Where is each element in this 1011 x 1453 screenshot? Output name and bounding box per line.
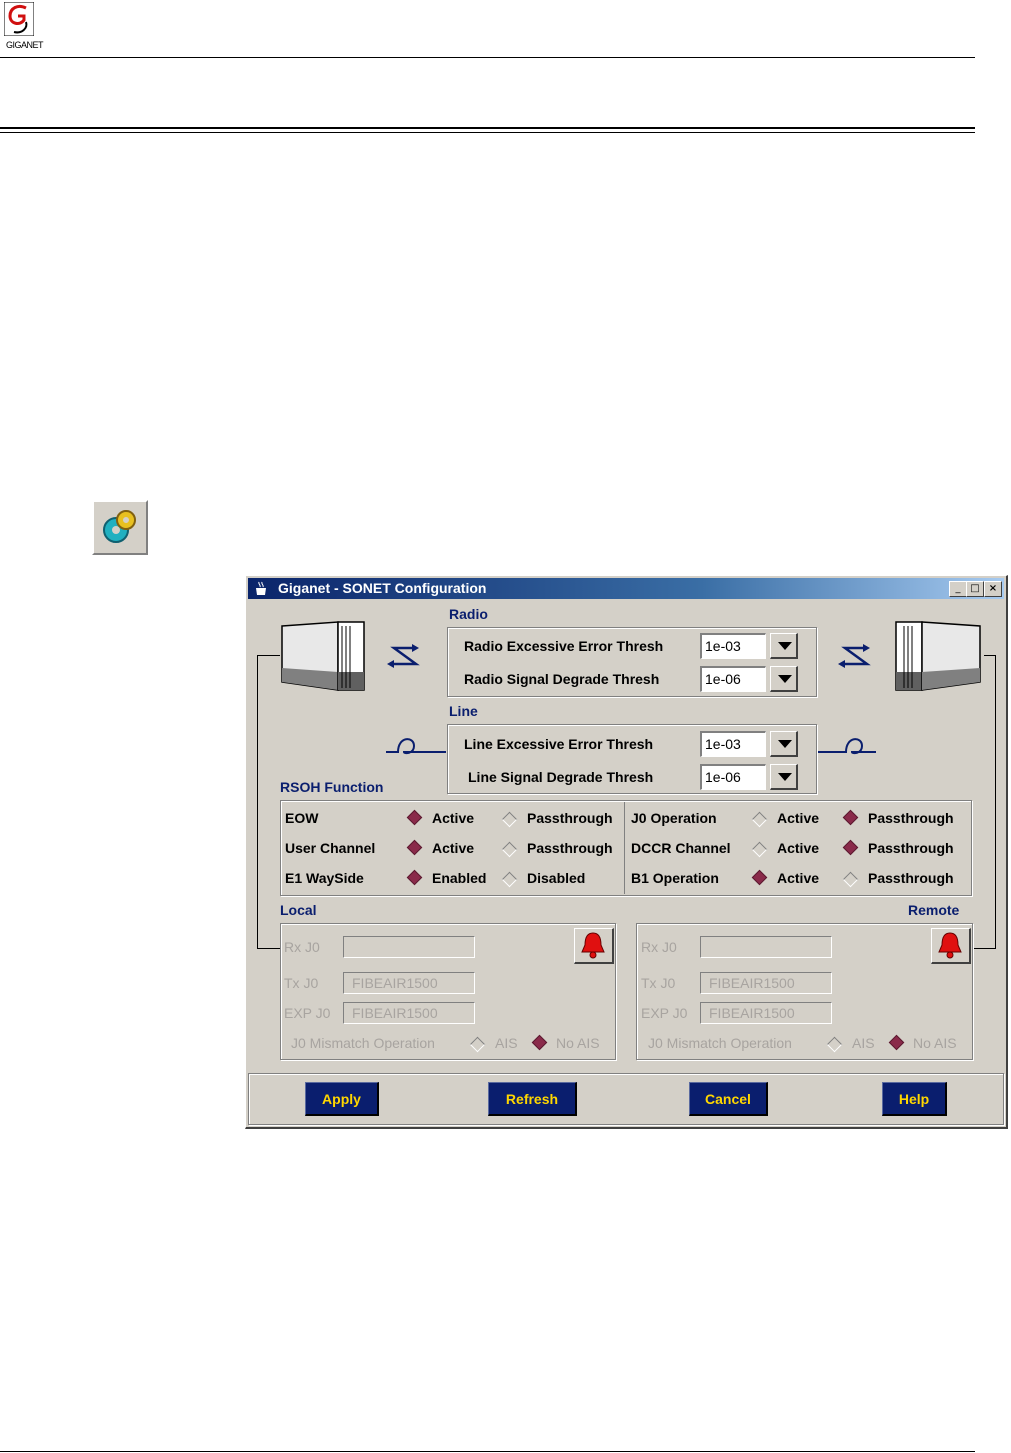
giganet-logo-icon — [4, 2, 34, 36]
right-connector-bottom — [973, 948, 996, 949]
maximize-button[interactable]: □ — [966, 581, 984, 597]
b1-operation-passthrough-label: Passthrough — [868, 870, 954, 886]
radio-link-right-icon — [838, 644, 871, 668]
radio-degrade-select[interactable]: 1e-06 — [700, 666, 766, 692]
remote-ais-label: AIS — [852, 1035, 875, 1051]
right-connector-vertical — [995, 655, 996, 948]
e1-wayside-disabled-label: Disabled — [527, 870, 586, 886]
local-rx-field[interactable] — [343, 936, 475, 958]
remote-exp-label: EXP J0 — [641, 1005, 688, 1021]
refresh-button[interactable]: Refresh — [488, 1082, 577, 1116]
e1-wayside-enabled-label: Enabled — [432, 870, 487, 886]
cancel-button[interactable]: Cancel — [689, 1082, 768, 1116]
j0-operation-active-label: Active — [777, 810, 820, 826]
footer-divider — [0, 1451, 975, 1452]
line-section-title: Line — [449, 703, 478, 719]
rsoh-left-row-1-label: User Channel — [285, 840, 376, 856]
rsoh-right-row-2-label: B1 Operation — [631, 870, 719, 886]
remote-exp-field[interactable]: FIBEAIR1500 — [700, 1002, 832, 1024]
b1-operation-active-label: Active — [777, 870, 820, 886]
dccr-channel-passthrough-label: Passthrough — [868, 840, 954, 856]
left-connector-bottom — [257, 948, 280, 949]
header-divider — [0, 57, 975, 58]
local-tx-label: Tx J0 — [284, 975, 319, 991]
help-button[interactable]: Help — [882, 1082, 947, 1116]
local-mismatch-label: J0 Mismatch Operation — [291, 1035, 435, 1051]
radio-excessive-dropdown-button[interactable] — [770, 633, 798, 659]
sonet-configuration-window: Giganet - SONET Configuration _ □ × Radi… — [245, 575, 1008, 1129]
left-connector-top — [257, 655, 280, 656]
line-excessive-label: Line Excessive Error Thresh — [464, 736, 654, 752]
rsoh-section-title: RSOH Function — [280, 779, 384, 795]
section-divider-bottom — [0, 132, 975, 133]
rsoh-right-row-1-label: DCCR Channel — [631, 840, 731, 856]
radio-excessive-label: Radio Excessive Error Thresh — [464, 638, 664, 654]
line-degrade-select[interactable]: 1e-06 — [700, 764, 766, 790]
apply-button[interactable]: Apply — [305, 1082, 379, 1116]
title-bar[interactable]: Giganet - SONET Configuration _ □ × — [248, 578, 1004, 599]
section-divider-top — [0, 127, 975, 129]
radio-excessive-select[interactable]: 1e-03 — [700, 633, 766, 659]
line-degrade-dropdown-button[interactable] — [770, 764, 798, 790]
java-cup-icon — [256, 581, 266, 595]
line-excessive-select[interactable]: 1e-03 — [700, 731, 766, 757]
local-ais-label: AIS — [495, 1035, 518, 1051]
local-section-title: Local — [280, 902, 317, 918]
logo-text: GIGANET — [6, 40, 44, 50]
remote-antenna-icon — [895, 621, 981, 691]
radio-link-left-icon — [387, 644, 420, 668]
line-excessive-dropdown-button[interactable] — [770, 731, 798, 757]
alarm-bell-icon — [938, 932, 962, 959]
remote-mismatch-label: J0 Mismatch Operation — [648, 1035, 792, 1051]
remote-alarm-button[interactable] — [931, 928, 971, 964]
remote-rx-field[interactable] — [700, 936, 832, 958]
eow-passthrough-label: Passthrough — [527, 810, 613, 826]
j0-operation-passthrough-label: Passthrough — [868, 810, 954, 826]
local-alarm-button[interactable] — [574, 928, 614, 964]
fiber-loop-right-icon — [818, 738, 876, 755]
local-exp-label: EXP J0 — [284, 1005, 331, 1021]
remote-no-ais-label: No AIS — [913, 1035, 957, 1051]
user-channel-active-label: Active — [432, 840, 475, 856]
close-button[interactable]: × — [984, 581, 1002, 597]
user-channel-passthrough-label: Passthrough — [527, 840, 613, 856]
remote-rx-label: Rx J0 — [641, 939, 677, 955]
local-antenna-icon — [281, 621, 365, 691]
radio-degrade-label: Radio Signal Degrade Thresh — [464, 671, 660, 687]
remote-tx-label: Tx J0 — [641, 975, 676, 991]
rsoh-left-row-2-label: E1 WaySide — [285, 870, 364, 886]
window-title: Giganet - SONET Configuration — [278, 580, 487, 596]
local-no-ais-label: No AIS — [556, 1035, 600, 1051]
sonet-config-toolbar-button[interactable] — [92, 500, 148, 555]
radio-section-title: Radio — [449, 606, 488, 622]
giganet-logo: GIGANET — [4, 2, 44, 50]
rsoh-left-row-0-label: EOW — [285, 810, 319, 826]
eow-active-label: Active — [432, 810, 475, 826]
rsoh-right-row-0-label: J0 Operation — [631, 810, 717, 826]
remote-tx-field[interactable]: FIBEAIR1500 — [700, 972, 832, 994]
gears-icon — [103, 510, 136, 543]
local-tx-field[interactable]: FIBEAIR1500 — [343, 972, 475, 994]
rsoh-divider — [624, 802, 625, 894]
remote-section-title: Remote — [908, 902, 960, 918]
local-rx-label: Rx J0 — [284, 939, 320, 955]
local-exp-field[interactable]: FIBEAIR1500 — [343, 1002, 475, 1024]
line-degrade-label: Line Signal Degrade Thresh — [468, 769, 654, 785]
dccr-channel-active-label: Active — [777, 840, 820, 856]
minimize-button[interactable]: _ — [949, 581, 967, 597]
fiber-loop-left-icon — [386, 738, 446, 755]
radio-degrade-dropdown-button[interactable] — [770, 666, 798, 692]
left-connector-vertical — [257, 655, 258, 948]
alarm-bell-icon — [581, 932, 605, 959]
